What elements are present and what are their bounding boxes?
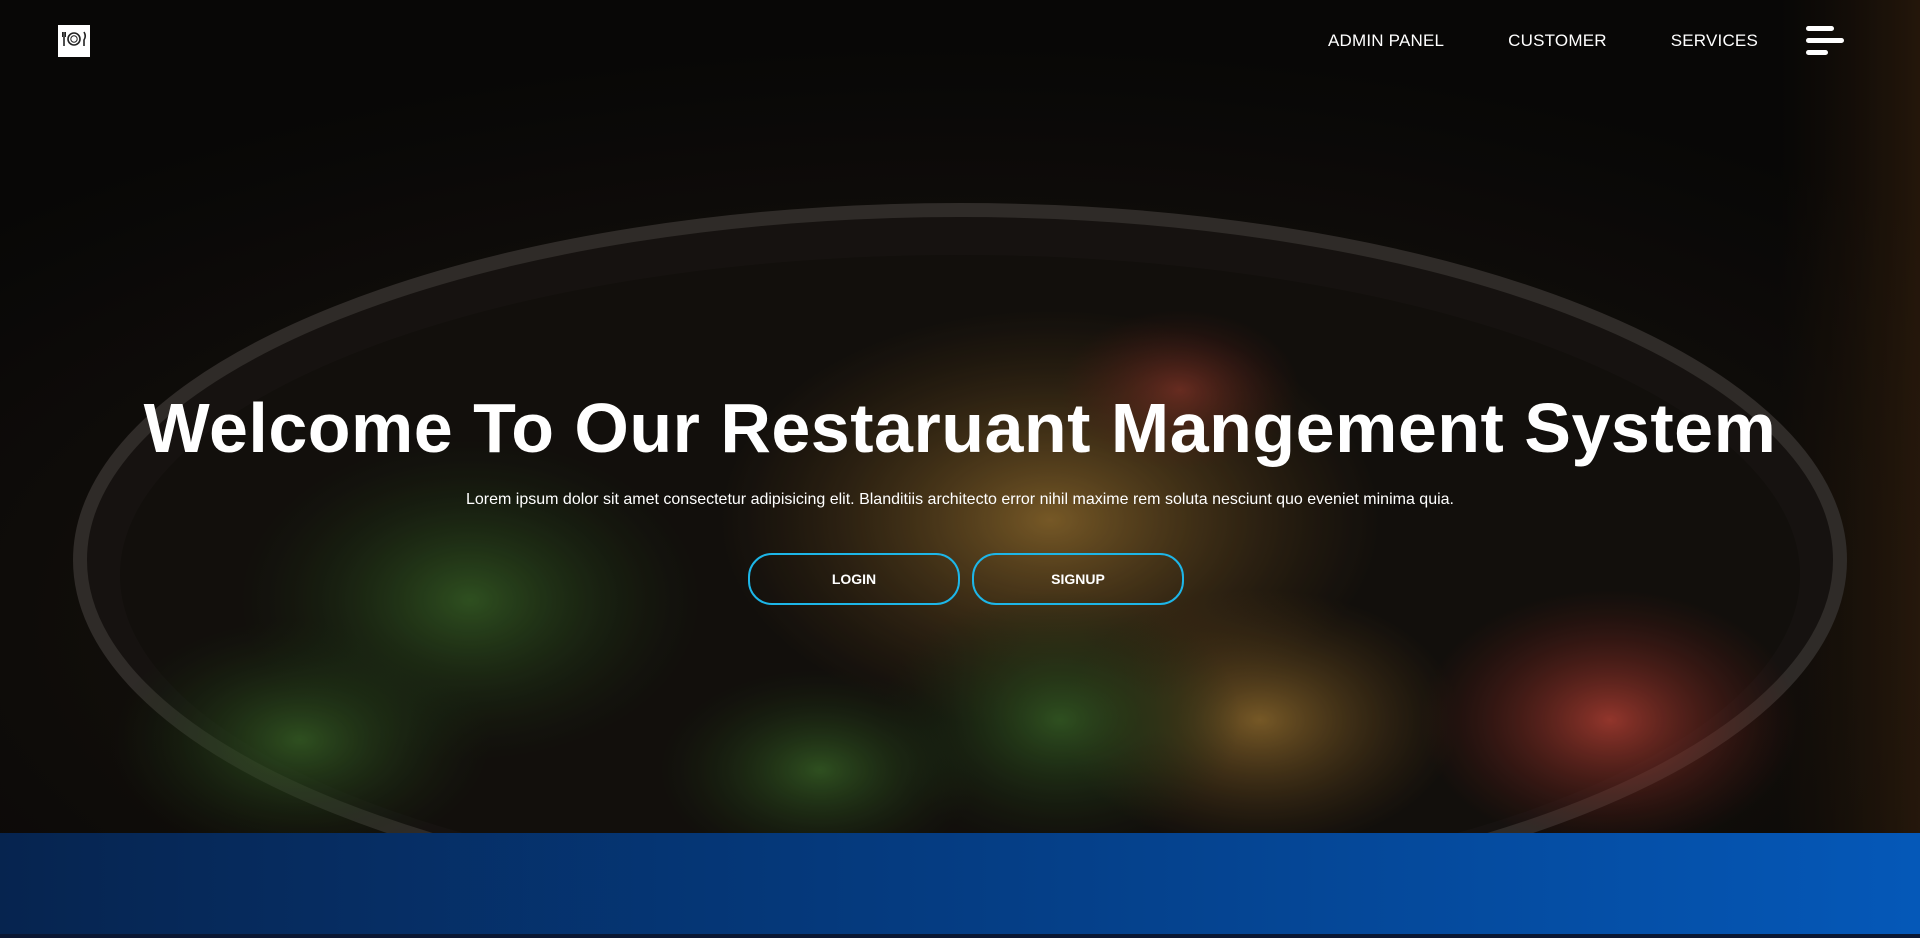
menu-line-top [1806,26,1834,31]
logo[interactable] [58,25,90,57]
login-button[interactable]: LOGIN [748,553,960,605]
hero-title: Welcome To Our Restaruant Mangement Syst… [143,389,1777,467]
nav-link-admin-panel[interactable]: ADMIN PANEL [1328,30,1444,52]
signup-button[interactable]: SIGNUP [972,553,1184,605]
menu-line-bottom [1806,50,1828,55]
nav-link-customer[interactable]: CUSTOMER [1508,30,1607,52]
nav-link-services[interactable]: SERVICES [1671,30,1758,52]
bottom-gradient-band [0,833,1920,938]
hamburger-menu-icon[interactable] [1806,26,1844,56]
bottom-edge [0,934,1920,938]
menu-line-middle [1806,38,1844,43]
top-navigation: ADMIN PANEL CUSTOMER SERVICES [0,0,1920,82]
hero-section: ADMIN PANEL CUSTOMER SERVICES Welcome To… [0,0,1920,833]
plate-cutlery-icon [61,30,87,53]
hero-subtitle: Lorem ipsum dolor sit amet consectetur a… [466,491,1454,508]
nav-links: ADMIN PANEL CUSTOMER SERVICES [1328,30,1758,52]
